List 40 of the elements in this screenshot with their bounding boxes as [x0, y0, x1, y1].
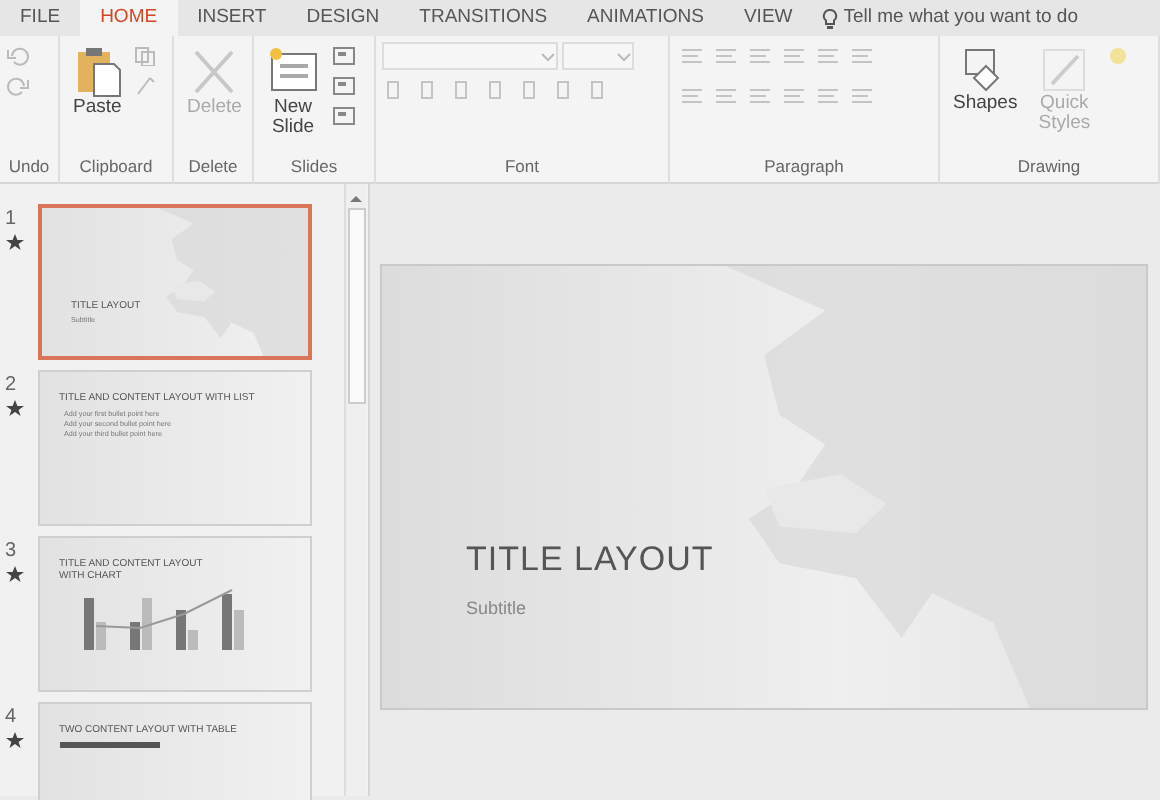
star-icon	[5, 400, 23, 416]
group-label: Delete	[186, 154, 240, 180]
clipboard-icon	[73, 45, 122, 97]
menu-tab[interactable]: FILE	[0, 0, 81, 36]
redo-icon[interactable]	[5, 76, 29, 96]
font-family-field[interactable]	[381, 41, 557, 69]
group-label: Clipboard	[77, 154, 155, 180]
star-icon	[5, 234, 23, 250]
slide-number: 3	[5, 538, 19, 566]
lightbulb-icon	[822, 7, 839, 29]
menu-tab[interactable]: TRANSITIONS	[399, 0, 568, 36]
slide-number: 2	[5, 372, 19, 400]
font-size-field[interactable]	[562, 41, 634, 69]
menu-tab[interactable]: DESIGN	[286, 0, 400, 36]
shapes-button[interactable]: Shapes	[945, 41, 1026, 141]
copy-icon[interactable]	[134, 46, 159, 66]
tell-me-search[interactable]: Tell me what you want to do	[843, 3, 1078, 33]
group-label: Drawing	[1015, 154, 1083, 180]
x-icon	[190, 45, 239, 97]
star-icon	[5, 732, 23, 748]
table-drawing	[59, 741, 159, 747]
scrollbar[interactable]	[344, 184, 366, 796]
group-label: Undo	[6, 154, 52, 180]
menu-tab[interactable]: ANIMATIONS	[567, 0, 724, 36]
menu-tab[interactable]: VIEW	[723, 0, 813, 36]
paste-button[interactable]: Paste	[65, 41, 130, 123]
slide-number: 4	[5, 704, 19, 732]
group-label: Paragraph	[762, 154, 846, 180]
slide-subtitle: Subtitle	[466, 595, 529, 621]
menu-tab[interactable]: HOME	[80, 0, 178, 36]
new-slide-button[interactable]: New Slide	[259, 41, 327, 145]
group-label: Slides	[288, 154, 340, 180]
group-label: Font	[502, 154, 541, 180]
slide-icon	[267, 45, 319, 97]
slide-title: TITLE LAYOUT	[466, 538, 714, 582]
slide-number: 1	[5, 206, 19, 234]
undo-icon[interactable]	[5, 46, 29, 66]
star-icon	[5, 566, 23, 582]
scroll-thumb[interactable]	[348, 208, 366, 404]
menu-tab[interactable]: INSERT	[177, 0, 287, 36]
